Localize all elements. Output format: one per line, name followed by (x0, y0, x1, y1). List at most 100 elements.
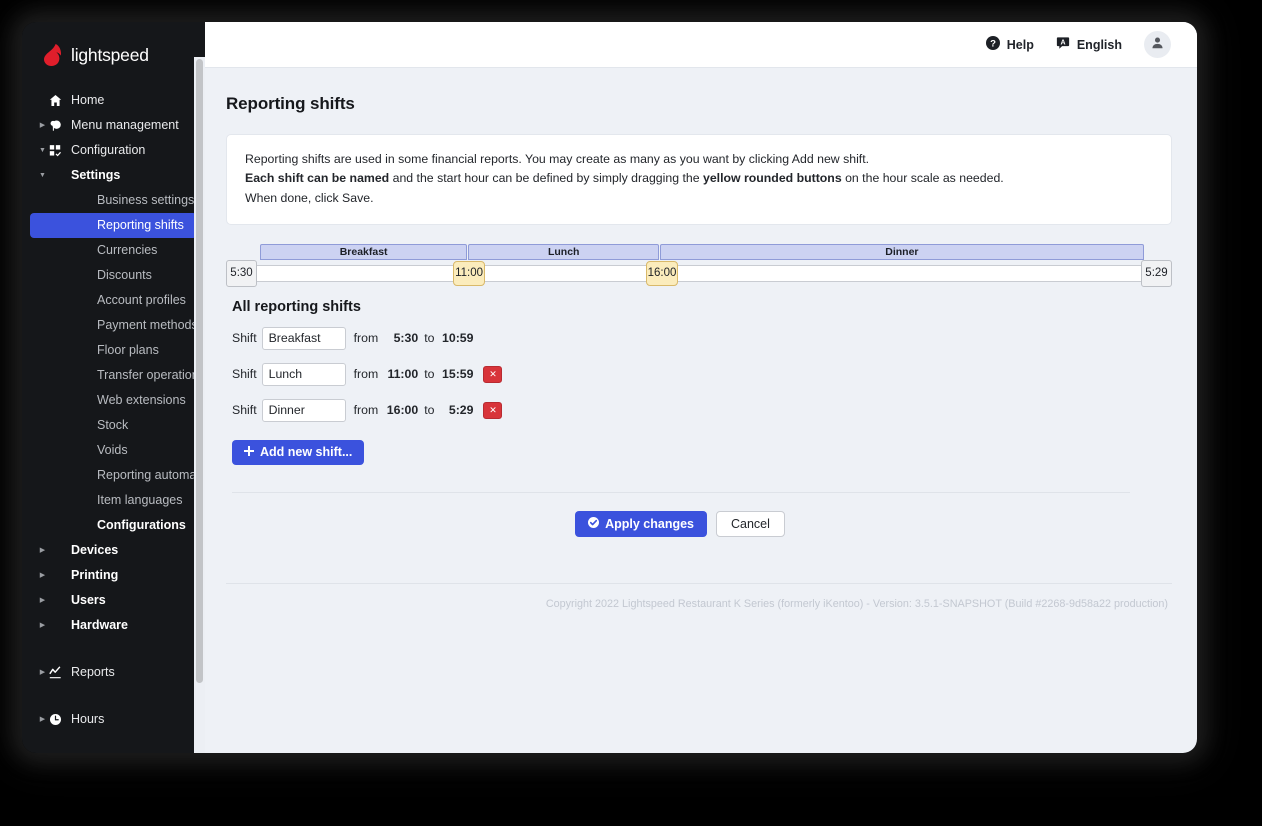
sidebar-item-transfer-operations[interactable]: Transfer operations (30, 363, 205, 388)
sidebar-scrollbar-thumb[interactable] (196, 59, 203, 683)
sidebar-item-discounts[interactable]: Discounts (30, 263, 197, 288)
sidebar-item-label: Transfer operations (97, 368, 205, 383)
sidebar-item-label: Item languages (97, 493, 183, 508)
chevron-down-icon[interactable]: ▼ (36, 147, 49, 154)
brand-logo[interactable]: lightspeed (22, 22, 205, 84)
brand-name: lightspeed (71, 44, 149, 65)
sidebar-item-menu-management[interactable]: ▶ Menu management (30, 113, 197, 138)
chevron-right-icon[interactable]: ▶ (36, 622, 49, 629)
sidebar-item-label: Stock (97, 418, 129, 433)
chevron-right-icon[interactable]: ▶ (36, 716, 49, 723)
sidebar-item-label: Business settings (97, 193, 195, 208)
sidebar-item-payment-methods[interactable]: Payment methods (30, 313, 198, 338)
delete-shift-button[interactable]: ✕ (483, 401, 503, 419)
lightspeed-flame-icon (44, 44, 63, 66)
sidebar-item-account-profiles[interactable]: Account profiles (30, 288, 197, 313)
shift-timeline[interactable]: Breakfast Lunch Dinner 5:30 5:29 11:00 16:0… (226, 243, 1172, 289)
form-actions: Apply changes Cancel (226, 510, 1172, 537)
user-avatar-icon (1151, 36, 1164, 54)
shift-label: Shift (232, 403, 257, 418)
timeline-segment-lunch[interactable]: Lunch (468, 243, 660, 260)
chevron-right-icon[interactable]: ▶ (36, 547, 49, 554)
shift-to-time: 10:59 (442, 331, 474, 346)
shift-row: Shift from 11:00 to 15:59 ✕ (232, 362, 1172, 386)
chevron-right-icon[interactable]: ▶ (36, 122, 49, 129)
help-label: Help (1006, 37, 1034, 52)
sidebar-item-reports[interactable]: ▶ Reports (30, 660, 197, 685)
timeline-segment-label: Breakfast (339, 245, 388, 258)
chevron-down-icon[interactable]: ▼ (36, 172, 49, 179)
sidebar-item-settings[interactable]: ▼ Settings (30, 163, 197, 188)
sidebar-item-label: Hours (71, 712, 105, 727)
timeline-segment-breakfast[interactable]: Breakfast (260, 243, 468, 260)
sidebar-item-label: Reporting automation (97, 468, 205, 483)
chevron-right-icon[interactable]: ▶ (36, 572, 49, 579)
svg-text:?: ? (990, 39, 996, 50)
shift-name-input[interactable] (261, 398, 346, 422)
sidebar-item-business-settings[interactable]: Business settings (30, 188, 197, 213)
sidebar-item-list: Home ▶ Menu management ▼ Configuration ▼ Setti… (22, 84, 205, 753)
plus-icon (244, 445, 254, 459)
to-label: to (424, 367, 435, 382)
sidebar-item-label: Discounts (97, 268, 152, 283)
sidebar-item-label: Account profiles (97, 293, 186, 308)
configuration-grid-icon (49, 144, 71, 157)
menu-pie-icon (49, 119, 71, 132)
delete-shift-button[interactable]: ✕ (483, 365, 503, 383)
shift-from-time: 11:00 (387, 367, 419, 382)
sidebar-item-voids[interactable]: Voids (30, 438, 197, 463)
sidebar-item-hours[interactable]: ▶ Hours (30, 707, 197, 732)
sidebar-item-label: Reports (71, 665, 115, 680)
shift-name-input[interactable] (261, 326, 346, 350)
sidebar-item-label: Hardware (71, 618, 128, 633)
sidebar-navigation: lightspeed Home ▶ Menu management ▼ Configur… (22, 22, 205, 753)
sidebar-item-users[interactable]: ▶ Users (30, 588, 197, 613)
add-new-shift-button[interactable]: Add new shift... (232, 439, 365, 465)
chevron-right-icon[interactable]: ▶ (36, 597, 49, 604)
to-label: to (424, 403, 435, 418)
sidebar-item-configuration[interactable]: ▼ Configuration (30, 138, 197, 163)
sidebar-item-stock[interactable]: Stock (30, 413, 197, 438)
timeline-handle-1100[interactable]: 11:00 (453, 260, 486, 286)
sidebar-item-label: Configurations (97, 518, 186, 533)
sidebar-item-printing[interactable]: ▶ Printing (30, 563, 197, 588)
sidebar-item-label: Currencies (97, 243, 158, 258)
sidebar-scrollbar-track[interactable] (194, 57, 205, 753)
timeline-scale-bar[interactable] (248, 264, 1144, 282)
timeline-start-label: 5:30 (226, 259, 257, 287)
sidebar-item-currencies[interactable]: Currencies (30, 238, 197, 263)
chevron-right-icon[interactable]: ▶ (36, 669, 49, 676)
home-icon (49, 94, 71, 107)
sidebar-item-hardware[interactable]: ▶ Hardware (30, 613, 197, 638)
sidebar-item-floor-plans[interactable]: Floor plans (30, 338, 197, 363)
info-line-2-bold-a: Each shift can be named (245, 171, 390, 186)
shifts-section-title: All reporting shifts (232, 298, 361, 315)
sidebar-item-label: Web extensions (97, 393, 186, 408)
translate-icon: A (1056, 36, 1070, 53)
language-button[interactable]: A English (1056, 36, 1122, 53)
info-line-3: When done, click Save. (245, 190, 374, 205)
sidebar-item-home[interactable]: Home (30, 88, 197, 113)
sidebar-item-item-languages[interactable]: Item languages (30, 488, 197, 513)
info-line-2-bold-c: yellow rounded buttons (702, 171, 842, 186)
cancel-button[interactable]: Cancel (716, 510, 785, 537)
user-avatar-button[interactable] (1144, 31, 1171, 58)
apply-changes-button[interactable]: Apply changes (575, 510, 707, 537)
sidebar-item-web-extensions[interactable]: Web extensions (30, 388, 197, 413)
main-area: ? Help A English Reporting shifts Report… (205, 22, 1197, 753)
info-panel: Reporting shifts are used in some financ… (226, 134, 1172, 225)
timeline-handle-1600[interactable]: 16:00 (646, 260, 679, 286)
sidebar-item-label: Menu management (71, 118, 179, 133)
application-window: lightspeed Home ▶ Menu management ▼ Configur… (22, 22, 1197, 753)
sidebar-item-devices[interactable]: ▶ Devices (30, 538, 197, 563)
help-button[interactable]: ? Help (985, 36, 1034, 53)
section-divider (232, 491, 1130, 493)
sidebar-item-reporting-shifts[interactable]: Reporting shifts (30, 213, 197, 238)
sidebar-item-reporting-automation[interactable]: Reporting automation (30, 463, 205, 488)
shift-name-input[interactable] (261, 362, 346, 386)
copyright-text: Copyright 2022 Lightspeed Restaurant K S… (545, 597, 1168, 610)
sidebar-item-configurations[interactable]: Configurations (30, 513, 197, 538)
timeline-segment-dinner[interactable]: Dinner (660, 243, 1144, 260)
shift-label: Shift (232, 331, 257, 346)
page-content: Reporting shifts Reporting shifts are us… (205, 68, 1197, 753)
